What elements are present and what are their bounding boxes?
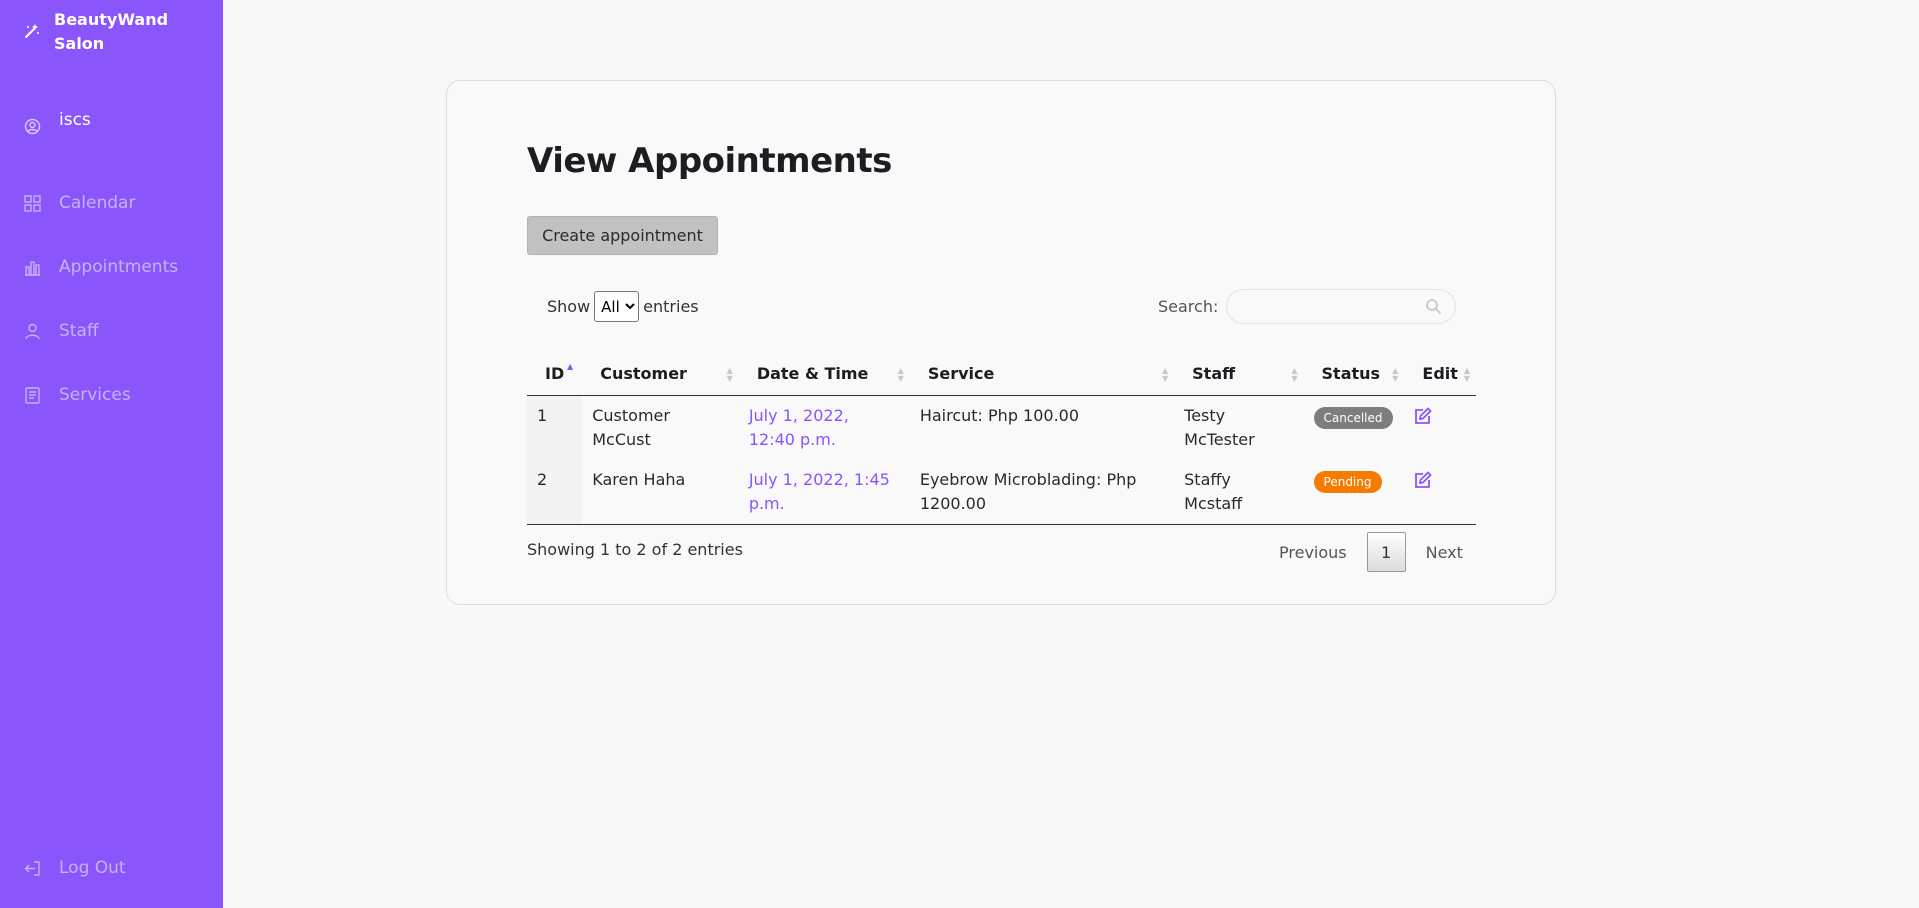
datetime-link[interactable]: July 1, 2022, 1:45 p.m. — [749, 470, 890, 513]
sort-indicator-icon: ▲ ▼ — [897, 366, 904, 383]
user-profile[interactable]: iscs — [24, 104, 91, 135]
column-header-status[interactable]: Status ▲ ▼ — [1303, 353, 1405, 396]
person-icon — [24, 323, 41, 340]
table-info: Showing 1 to 2 of 2 entries — [527, 540, 743, 559]
table-row: 1 Customer McCust July 1, 2022, 12:40 p.… — [527, 395, 1476, 460]
column-label: Edit — [1422, 364, 1458, 384]
create-appointment-button[interactable]: Create appointment — [527, 216, 718, 255]
show-label: Show — [547, 297, 591, 316]
logout-icon — [24, 860, 41, 877]
cell-service: Haircut: Php 100.00 — [919, 405, 1080, 425]
column-header-service[interactable]: Service ▲ ▼ — [909, 353, 1175, 396]
brand[interactable]: BeautyWand Salon — [24, 8, 184, 56]
datetime-link[interactable]: July 1, 2022, 12:40 p.m. — [749, 406, 849, 449]
entries-label: entries — [643, 297, 699, 316]
search-label: Search: — [1158, 297, 1219, 316]
appointments-card: View Appointments Create appointment Sho… — [446, 80, 1556, 605]
appointments-table: ID ▲ Customer ▲ ▼ Date & Time ▲ ▼ Service ▲ ▼ S… — [527, 353, 1476, 525]
column-label: Customer — [600, 364, 687, 384]
column-header-datetime[interactable]: Date & Time ▲ ▼ — [738, 353, 910, 396]
column-header-staff[interactable]: Staff ▲ ▼ — [1174, 353, 1304, 396]
column-label: Service — [927, 364, 995, 384]
sidebar-item-appointments[interactable]: Appointments — [24, 257, 178, 277]
page-1-button[interactable]: 1 — [1366, 532, 1406, 572]
brand-name: BeautyWand Salon — [54, 10, 169, 53]
sort-indicator-icon: ▲ ▼ — [1392, 366, 1399, 383]
column-header-customer[interactable]: Customer ▲ ▼ — [582, 353, 739, 396]
pagination: Previous 1 Next — [1269, 532, 1473, 572]
book-icon — [24, 386, 41, 404]
status-badge: Cancelled — [1313, 406, 1393, 429]
sort-indicator-icon: ▲ — [567, 362, 574, 371]
sidebar-item-label: Calendar — [59, 193, 136, 213]
search-icon[interactable] — [1425, 298, 1442, 315]
cell-id: 1 — [527, 395, 583, 460]
cell-datetime: July 1, 2022, 12:40 p.m. — [739, 395, 910, 460]
magic-wand-icon — [24, 23, 40, 39]
previous-button[interactable]: Previous — [1269, 535, 1357, 570]
sort-indicator-icon: ▲ ▼ — [1161, 366, 1169, 383]
sidebar-item-calendar[interactable]: Calendar — [24, 193, 135, 213]
sidebar-item-staff[interactable]: Staff — [24, 321, 99, 341]
cell-edit — [1404, 395, 1476, 460]
search-input[interactable] — [1226, 289, 1457, 324]
column-header-edit[interactable]: Edit ▲ ▼ — [1404, 353, 1476, 396]
page-title: View Appointments — [527, 141, 892, 181]
status-badge: Pending — [1313, 470, 1382, 493]
column-label: ID — [545, 364, 565, 384]
sort-indicator-icon: ▲ ▼ — [1463, 366, 1470, 383]
show-entries-control: Show All entries — [547, 291, 699, 322]
username: iscs — [59, 109, 91, 130]
sort-indicator-icon: ▲ ▼ — [1291, 366, 1298, 383]
sidebar-item-label: Appointments — [59, 257, 179, 277]
cell-service: Eyebrow Microblading: Php 1200.00 — [909, 459, 1175, 525]
cell-id: 2 — [527, 459, 583, 525]
column-label: Staff — [1192, 364, 1236, 384]
next-button[interactable]: Next — [1416, 535, 1473, 570]
table-row: 2 Karen Haha July 1, 2022, 1:45 p.m. Eye… — [527, 459, 1476, 525]
edit-icon[interactable] — [1414, 470, 1433, 489]
cell-edit — [1404, 459, 1476, 525]
column-label: Status — [1321, 364, 1381, 384]
search-control: Search: — [1158, 289, 1457, 324]
cell-customer: Customer McCust — [592, 405, 670, 449]
entries-select[interactable]: All — [594, 291, 640, 322]
edit-icon[interactable] — [1414, 406, 1433, 425]
sidebar-item-label: Services — [59, 385, 131, 405]
table-header-row: ID ▲ Customer ▲ ▼ Date & Time ▲ ▼ Service ▲ ▼ S… — [527, 353, 1476, 396]
cell-staff: Staffy Mcstaff — [1174, 459, 1304, 525]
column-header-id[interactable]: ID ▲ — [527, 353, 583, 396]
logout-label: Log Out — [59, 858, 126, 878]
search-box — [1226, 289, 1457, 324]
sidebar-item-services[interactable]: Services — [24, 385, 131, 405]
cell-customer: Karen Haha — [582, 459, 739, 525]
column-label: Date & Time — [756, 364, 869, 384]
sidebar: BeautyWand Salon iscs Calendar Appointme… — [0, 0, 223, 908]
user-circle-icon — [24, 118, 41, 135]
cell-staff: Testy McTester — [1184, 405, 1255, 449]
grid-icon — [24, 194, 41, 212]
cell-status: Cancelled — [1304, 395, 1405, 460]
sidebar-item-label: Staff — [59, 321, 99, 341]
sort-indicator-icon: ▲ ▼ — [726, 366, 733, 383]
cell-status: Pending — [1303, 459, 1405, 525]
bar-chart-icon — [24, 259, 41, 276]
cell-datetime: July 1, 2022, 1:45 p.m. — [738, 459, 910, 525]
logout-button[interactable]: Log Out — [24, 858, 126, 878]
